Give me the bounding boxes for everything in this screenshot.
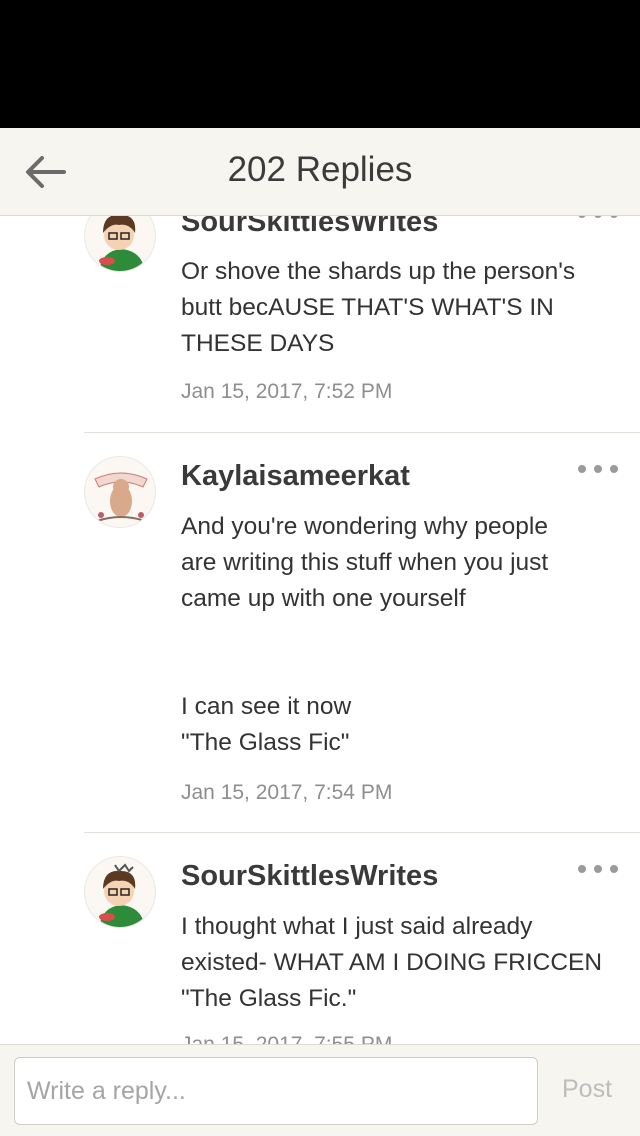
comment-text-line: "The Glass Fic": [181, 729, 350, 756]
more-horizontal-icon: [578, 216, 618, 218]
comment-timestamp: Jan 15, 2017, 7:55 PM: [181, 1033, 392, 1044]
top-bar: 202 Replies: [0, 128, 640, 216]
avatar[interactable]: [84, 216, 156, 272]
comment-text-line: I thought what I just said already: [181, 913, 533, 940]
more-options-button[interactable]: [576, 859, 620, 879]
comment-username[interactable]: Kaylaisameerkat: [181, 460, 410, 493]
comment-text-line: "The Glass Fic.": [181, 985, 357, 1012]
more-horizontal-icon: [578, 465, 618, 473]
status-bar: [0, 0, 640, 128]
comment-text-line: are writing this stuff when you just: [181, 549, 549, 576]
comment-text-line: I can see it now: [181, 693, 352, 720]
avatar[interactable]: [84, 456, 156, 528]
comment-timestamp: Jan 15, 2017, 7:52 PM: [181, 380, 393, 403]
comment-username[interactable]: SourSkittlesWrites: [181, 860, 438, 893]
comment-text-line: And you're wondering why people: [181, 513, 548, 540]
comment-text-line: Or shove the shards up the person's: [181, 258, 576, 285]
more-options-button[interactable]: [576, 459, 620, 479]
comment-divider: [84, 432, 640, 433]
reply-bar: Post: [0, 1044, 640, 1136]
comment-text-line: existed- WHAT AM I DOING FRICCEN: [181, 949, 603, 976]
user-avatar-icon: [85, 457, 155, 527]
more-options-button[interactable]: [576, 216, 620, 224]
replies-list[interactable]: SourSkittlesWrites Or shove the shards u…: [0, 216, 640, 1044]
comment-text-line: butt becAUSE THAT'S WHAT'S IN: [181, 294, 554, 321]
comment-text-line: THESE DAYS: [181, 330, 335, 357]
post-button[interactable]: Post: [562, 1075, 612, 1104]
comment-text-line: came up with one yourself: [181, 585, 466, 612]
user-avatar-icon: [85, 857, 155, 927]
comment-divider: [84, 832, 640, 833]
more-horizontal-icon: [578, 865, 618, 873]
comment-username[interactable]: SourSkittlesWrites: [181, 216, 438, 239]
avatar[interactable]: [84, 856, 156, 928]
comment-timestamp: Jan 15, 2017, 7:54 PM: [181, 781, 393, 804]
user-avatar-icon: [85, 216, 155, 271]
page-title: 202 Replies: [227, 150, 413, 189]
reply-input[interactable]: [14, 1057, 538, 1125]
